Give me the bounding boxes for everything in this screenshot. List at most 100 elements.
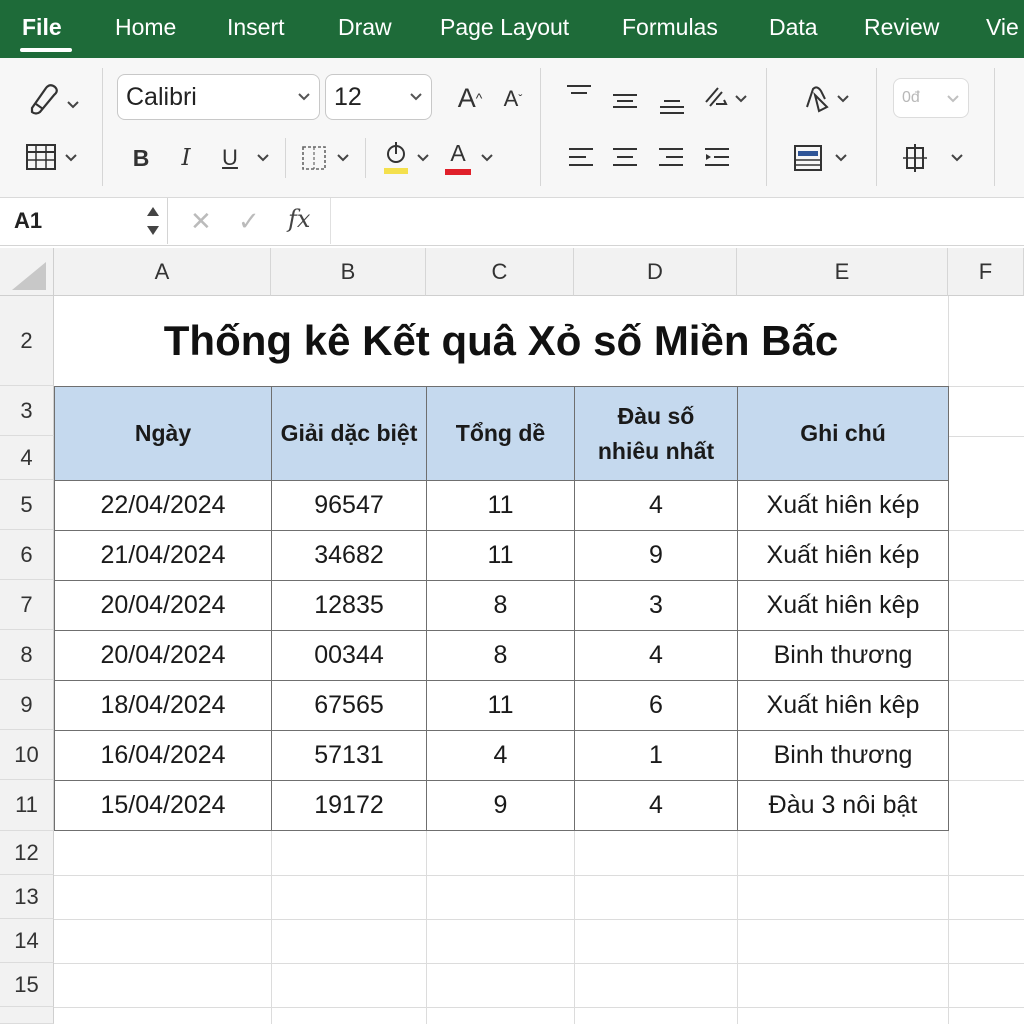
cell-total[interactable]: 4 [426, 730, 575, 781]
tab-review[interactable]: Review [864, 14, 939, 41]
cell-head[interactable]: 4 [574, 630, 738, 681]
cell-head[interactable]: 1 [574, 730, 738, 781]
row-header[interactable]: 4 [0, 436, 54, 480]
cell-date[interactable]: 15/04/2024 [54, 780, 272, 831]
cell-date[interactable]: 20/04/2024 [54, 580, 272, 631]
font-size-select[interactable]: 12 [325, 74, 432, 120]
increase-font-button[interactable]: A ^ [450, 80, 490, 116]
row-header[interactable]: 14 [0, 919, 54, 963]
align-bottom-icon[interactable] [655, 86, 689, 120]
chevron-down-icon[interactable] [480, 153, 494, 163]
cell-head[interactable]: 4 [574, 780, 738, 831]
cell-special-prize[interactable]: 67565 [271, 680, 427, 731]
cell-note[interactable]: Binh thương [737, 730, 949, 781]
tab-file[interactable]: File [22, 14, 62, 41]
row-header[interactable]: 15 [0, 963, 54, 1007]
cell-note[interactable]: Xuất hiên kêp [737, 680, 949, 731]
font-name-select[interactable]: Calibri [117, 74, 320, 120]
cell-date[interactable]: 21/04/2024 [54, 530, 272, 581]
sheet-title[interactable]: Thống kê Kết quâ Xỏ số Miền Bấc [54, 296, 948, 386]
enter-icon[interactable]: ✓ [238, 206, 260, 237]
tab-home[interactable]: Home [115, 14, 176, 41]
fill-color-icon[interactable] [380, 136, 412, 180]
column-header-a[interactable]: A [54, 248, 271, 296]
cell-date[interactable]: 22/04/2024 [54, 480, 272, 531]
row-header[interactable]: 8 [0, 630, 54, 680]
cell-head[interactable]: 4 [574, 480, 738, 531]
italic-button[interactable]: I [172, 138, 200, 178]
tab-insert[interactable]: Insert [227, 14, 285, 41]
row-header[interactable]: 2 [0, 296, 54, 386]
row-header[interactable]: 6 [0, 530, 54, 580]
chevron-down-icon[interactable] [66, 100, 80, 110]
column-header-f[interactable]: F [948, 248, 1024, 296]
select-all-button[interactable] [0, 248, 54, 296]
font-color-button[interactable]: A [442, 136, 474, 180]
insert-cells-icon[interactable] [898, 138, 934, 178]
cell-total[interactable]: 11 [426, 680, 575, 731]
cell-special-prize[interactable]: 19172 [271, 780, 427, 831]
cell-date[interactable]: 16/04/2024 [54, 730, 272, 781]
cell-head[interactable]: 6 [574, 680, 738, 731]
indent-icon[interactable] [700, 140, 734, 174]
row-header[interactable]: 12 [0, 831, 54, 875]
row-header[interactable]: 10 [0, 730, 54, 780]
cell-head[interactable]: 3 [574, 580, 738, 631]
header-note[interactable]: Ghi chú [737, 386, 949, 481]
align-top-icon[interactable] [562, 78, 596, 112]
bold-button[interactable]: B [126, 138, 156, 178]
column-header-c[interactable]: C [426, 248, 574, 296]
header-date[interactable]: Ngày [54, 386, 272, 481]
chevron-down-icon[interactable] [64, 153, 78, 163]
row-header[interactable]: 13 [0, 875, 54, 919]
column-header-e[interactable]: E [737, 248, 948, 296]
row-header[interactable]: 5 [0, 480, 54, 530]
cell-special-prize[interactable]: 57131 [271, 730, 427, 781]
table-format-icon[interactable] [24, 138, 60, 178]
row-header[interactable]: 3 [0, 386, 54, 436]
cell-total[interactable]: 9 [426, 780, 575, 831]
chevron-down-icon[interactable] [734, 94, 748, 104]
cell-total[interactable]: 8 [426, 630, 575, 681]
cell-special-prize[interactable]: 34682 [271, 530, 427, 581]
tab-page-layout[interactable]: Page Layout [440, 14, 569, 41]
cell-total[interactable]: 8 [426, 580, 575, 631]
borders-icon[interactable] [298, 138, 330, 178]
header-special-prize[interactable]: Giải dặc biệt [271, 386, 427, 481]
cell-total[interactable]: 11 [426, 530, 575, 581]
tab-formulas[interactable]: Formulas [622, 14, 718, 41]
name-box[interactable]: A1 [0, 198, 168, 244]
chevron-down-icon[interactable] [950, 153, 964, 163]
insert-function-icon[interactable]: fx [288, 205, 310, 233]
orientation-icon[interactable] [698, 80, 732, 114]
cell-styles-icon[interactable] [796, 78, 836, 118]
format-painter-icon[interactable] [22, 76, 66, 120]
row-header[interactable]: 9 [0, 680, 54, 730]
cancel-icon[interactable]: ✕ [190, 206, 212, 237]
cell-total[interactable]: 11 [426, 480, 575, 531]
chevron-down-icon[interactable] [834, 153, 848, 163]
align-middle-icon[interactable] [608, 84, 642, 118]
decrease-font-button[interactable]: Aˇ [496, 82, 530, 116]
column-header-d[interactable]: D [574, 248, 737, 296]
row-header[interactable]: 7 [0, 580, 54, 630]
number-format-select[interactable]: 0đ [893, 78, 969, 118]
tab-draw[interactable]: Draw [338, 14, 392, 41]
conditional-format-icon[interactable] [790, 138, 826, 178]
align-left-icon[interactable] [564, 140, 598, 174]
cell-date[interactable]: 18/04/2024 [54, 680, 272, 731]
align-center-icon[interactable] [608, 140, 642, 174]
name-box-spinner-icon[interactable] [146, 204, 160, 238]
cell-special-prize[interactable]: 96547 [271, 480, 427, 531]
cell-special-prize[interactable]: 00344 [271, 630, 427, 681]
column-header-b[interactable]: B [271, 248, 426, 296]
chevron-down-icon[interactable] [256, 153, 270, 163]
header-total[interactable]: Tổng dề [426, 386, 575, 481]
cell-note[interactable]: Đàu 3 nôi bật [737, 780, 949, 831]
underline-button[interactable]: U [214, 138, 246, 178]
cell-note[interactable]: Xuất hiên kêp [737, 580, 949, 631]
cell-note[interactable]: Xuất hiên kép [737, 480, 949, 531]
cell-special-prize[interactable]: 12835 [271, 580, 427, 631]
align-right-icon[interactable] [654, 140, 688, 174]
row-header[interactable]: 11 [0, 780, 54, 831]
